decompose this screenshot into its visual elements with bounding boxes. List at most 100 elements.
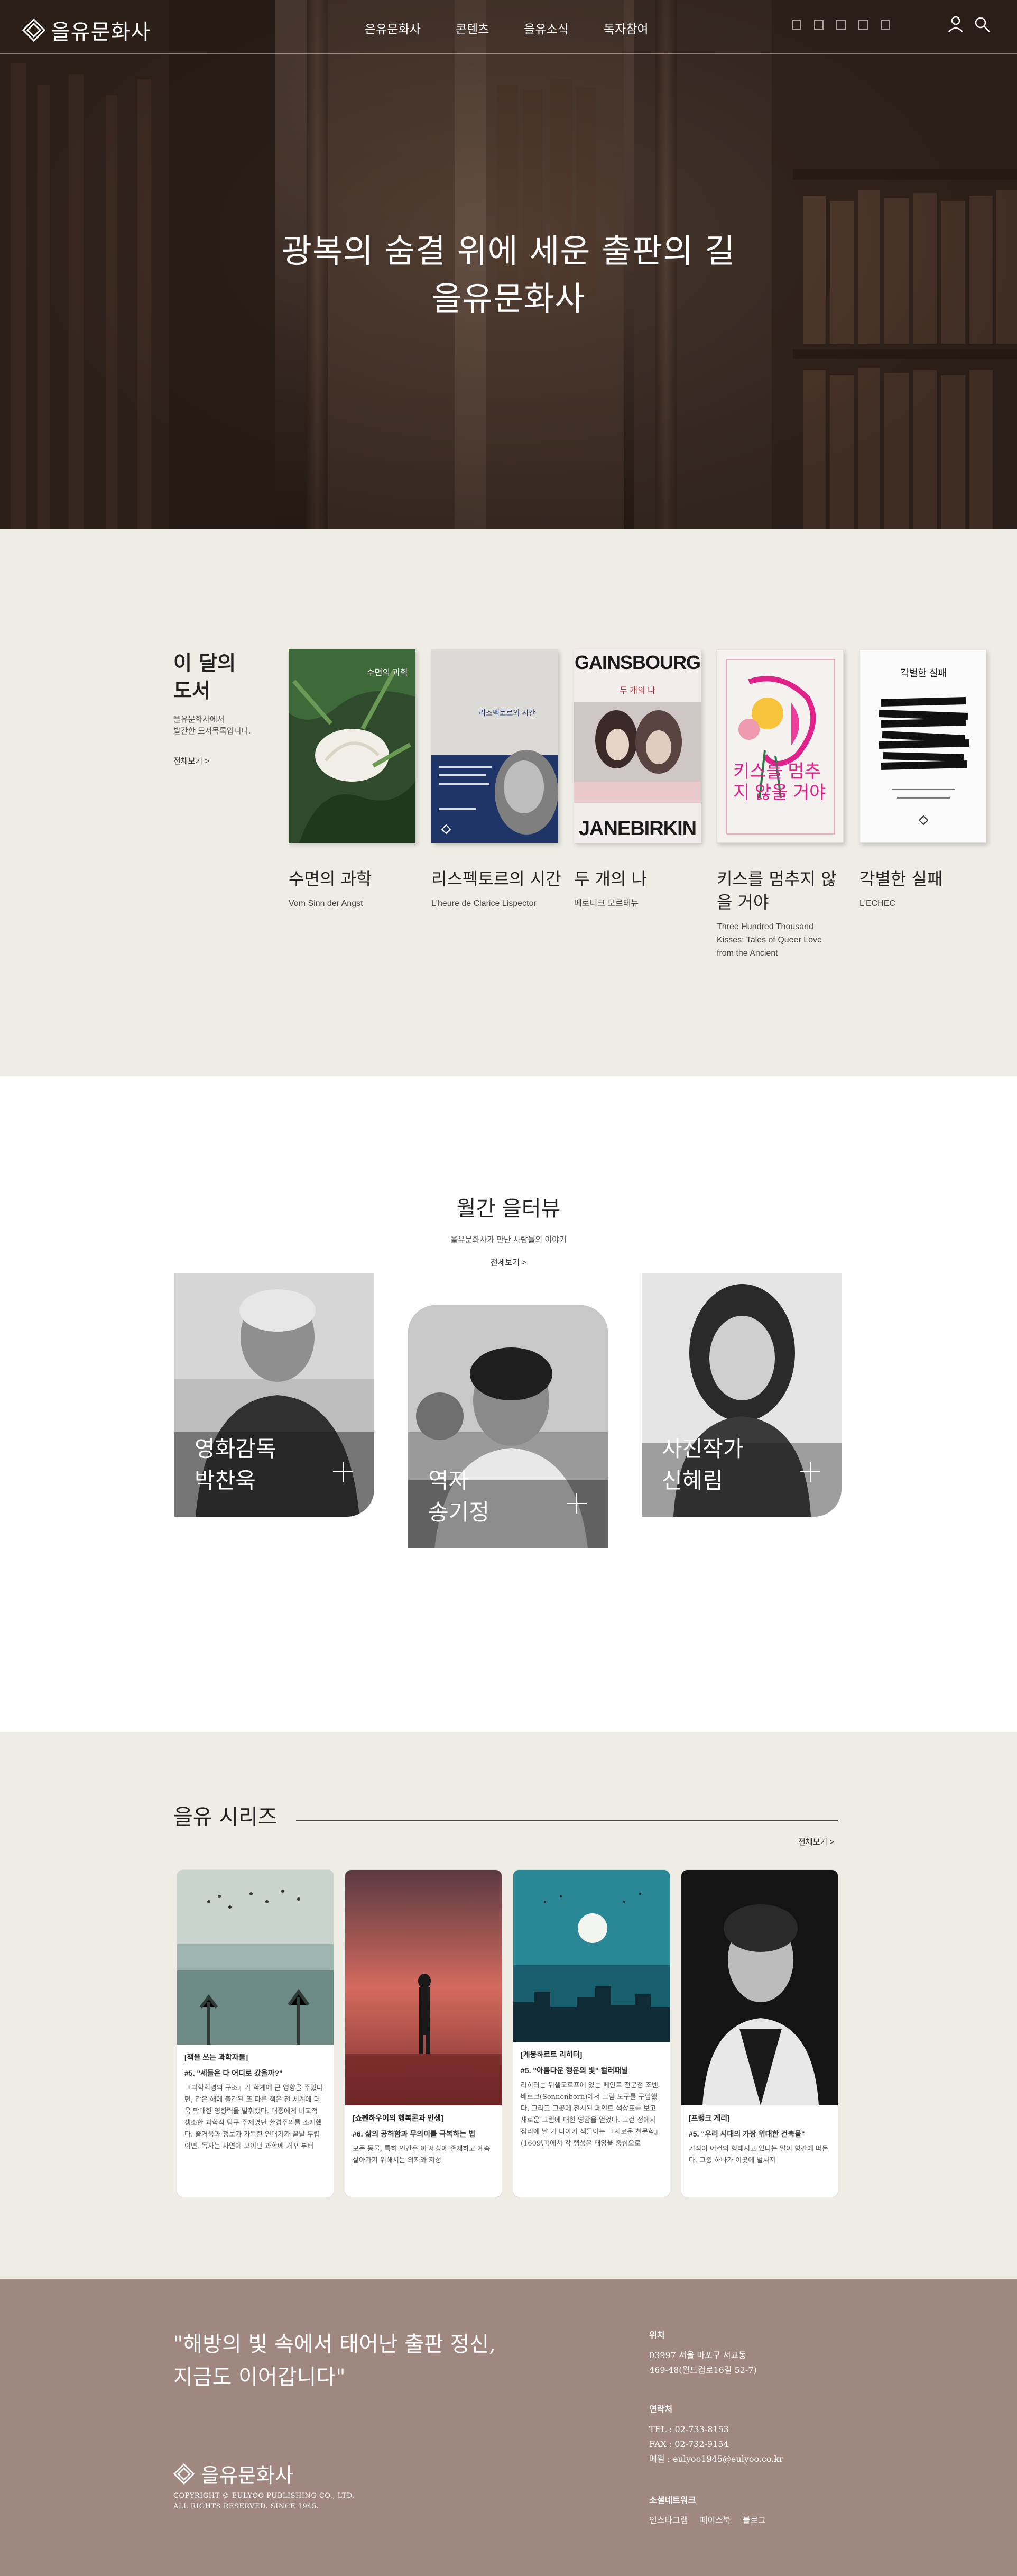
util-square-icon — [792, 20, 801, 30]
series-card-text: 『과학혁명의 구조』가 학계에 큰 영향을 주었다면, 같은 해에 출간된 또 … — [184, 2084, 323, 2150]
util-square-icon — [836, 20, 846, 30]
book-item[interactable]: 각별한 실패 각별한 실패 L'ECHEC — [859, 649, 986, 910]
social-link-facebook[interactable]: 페이스북 — [700, 2513, 731, 2528]
nav-item-readers[interactable]: 독자참여 — [604, 19, 649, 37]
series-card-art — [681, 1870, 838, 2105]
caption-name: 송기정 — [428, 1499, 489, 1525]
book-title[interactable]: 리스펙토르의 시간 — [431, 867, 561, 891]
book-cover-art — [289, 649, 415, 843]
logo-text: 을유문화사 — [51, 20, 151, 44]
month-description: 을유문화사에서 발간한 도서목록입니다. — [173, 714, 251, 737]
series-card-art — [345, 1870, 502, 2105]
nav-item-contents[interactable]: 콘텐츠 — [456, 19, 489, 37]
series-card-title[interactable]: #5. "우리 시대의 가장 위대한 건축물" — [689, 2129, 830, 2139]
social-link-instagram[interactable]: 인스타그램 — [649, 2513, 688, 2528]
book-cover-art — [431, 750, 558, 843]
series-card[interactable]: [책을 쓰는 과학자들] #5. "세들은 다 어디로 갔을까?" 『과학혁명의… — [177, 1869, 334, 2197]
month-desc-line-1: 을유문화사에서 — [173, 715, 225, 724]
book-item[interactable]: 리스펙토르의 시간 리스펙토르의 시간 L'heure de Clarice L… — [431, 649, 561, 910]
plus-icon[interactable] — [567, 1493, 587, 1514]
address-line-1: 03997 서울 마포구 서교동 — [649, 2350, 746, 2360]
util-square-icon — [881, 20, 890, 30]
book-cover[interactable]: 키스를 멈추지 않을 거야 — [717, 649, 844, 843]
book-subtitle-line-1: Three Hundred Thousand — [717, 922, 813, 931]
caption-role: 역자 — [428, 1468, 469, 1493]
fax: FAX : 02-732-9154 — [649, 2439, 729, 2449]
series-category: [책을 쓰는 과학자들] — [184, 2053, 248, 2061]
footer-quote: "해방의 빛 속에서 태어난 출판 정신, 지금도 이어갑니다" — [173, 2328, 496, 2394]
interview-view-all-link[interactable]: 전체보기 > — [491, 1257, 526, 1268]
interview-card[interactable]: 사진작가 신혜림 — [642, 1273, 842, 1517]
user-icon[interactable] — [946, 15, 965, 34]
month-heading-line-2: 도서 — [173, 679, 210, 702]
series-card[interactable]: [계몽하르트 리히터] #5. "아름다운 행운의 빛" 컬러패널 리히터는 뒤… — [513, 1869, 670, 2197]
copyright: COPYRIGHT © EULYOO PUBLISHING CO., LTD. … — [173, 2491, 355, 2512]
series-category: [계몽하르트 리히터] — [521, 2050, 583, 2059]
nav-item-about[interactable]: 은유문화사 — [365, 19, 421, 37]
util-square-icon — [814, 20, 824, 30]
books-of-month-section: 이 달의 도서 을유문화사에서 발간한 도서목록입니다. 전체보기 > 수면의 … — [0, 529, 1017, 1076]
series-card-title[interactable]: #5. "세들은 다 어디로 갔을까?" — [184, 2068, 326, 2078]
book-item[interactable]: GAINSBOURG 두 개의 나 JANEBIRKIN 두 개의 나 베로니크… — [574, 649, 701, 910]
series-card[interactable]: [쇼펜하우어의 행복론과 인생] #6. 삶의 공허함과 무의미를 극복하는 법… — [345, 1869, 502, 2197]
series-card-art — [177, 1870, 334, 2045]
series-card-title[interactable]: #6. 삶의 공허함과 무의미를 극복하는 법 — [353, 2129, 494, 2139]
series-card-title[interactable]: #5. "아름다운 행운의 빛" 컬러패널 — [521, 2065, 662, 2076]
book-cover-art — [726, 659, 835, 835]
series-category: [쇼펜하우어의 행복론과 인생] — [353, 2114, 443, 2122]
book-cover-title: 수면의 과학 — [366, 668, 408, 677]
book-cover[interactable]: 리스펙토르의 시간 — [431, 649, 558, 843]
month-heading: 이 달의 도서 — [173, 649, 251, 704]
interview-card[interactable]: 역자 송기정 — [408, 1305, 608, 1548]
interview-card[interactable]: 영화감독 박찬욱 — [174, 1273, 374, 1517]
book-title[interactable]: 키스를 멈추지 않 을 거야 — [717, 867, 844, 914]
hero-section: 을유문화사 은유문화사 콘텐츠 을유소식 독자참여 광복의 숨결 위에 세운 출… — [0, 0, 1017, 529]
month-sidebar: 이 달의 도서 을유문화사에서 발간한 도서목록입니다. 전체보기 > — [173, 649, 251, 766]
site-logo[interactable]: 을유문화사 — [22, 15, 151, 45]
footer-location: 위치 03997 서울 마포구 서교동 469-48(월드컵로16길 52-7) — [649, 2328, 757, 2378]
book-subtitle: L'heure de Clarice Lispector — [431, 899, 537, 908]
series-category: [프랭크 게리] — [689, 2114, 730, 2122]
email[interactable]: 메일 : eulyoo1945@eulyoo.co.kr — [649, 2452, 783, 2467]
caption-name: 박찬욱 — [195, 1468, 256, 1493]
series-view-all-link[interactable]: 전체보기 > — [798, 1836, 834, 1847]
interview-caption: 역자 송기정 — [428, 1465, 489, 1528]
interview-caption: 영화감독 박찬욱 — [195, 1433, 276, 1497]
plus-icon[interactable] — [800, 1462, 820, 1482]
month-heading-line-1: 이 달의 — [173, 651, 236, 675]
copyright-line-1: COPYRIGHT © EULYOO PUBLISHING CO., LTD. — [173, 2492, 355, 2500]
month-view-all-link[interactable]: 전체보기 > — [173, 755, 251, 766]
book-cover-art — [879, 697, 969, 826]
copyright-line-2: ALL RIGHTS RESERVED. SINCE 1945. — [173, 2502, 319, 2510]
interview-subtitle: 을유문화사가 만난 사람들의 이야기 — [450, 1235, 567, 1244]
book-cover-title: 키스를 멈추지 않을 거야 — [733, 762, 826, 803]
nav-item-news[interactable]: 을유소식 — [524, 19, 569, 37]
book-subtitle-line-2: Kisses: Tales of Queer Love — [717, 936, 822, 945]
book-cover-art — [574, 702, 701, 803]
top-navigation-bar: 을유문화사 은유문화사 콘텐츠 을유소식 독자참여 — [0, 0, 1017, 54]
book-cover[interactable]: 각별한 실패 — [859, 649, 986, 843]
search-icon[interactable] — [973, 15, 992, 34]
footer-logo[interactable]: 을유문화사 — [173, 2459, 293, 2488]
series-card-body: [프랭크 게리] #5. "우리 시대의 가장 위대한 건축물" 기적이 어컨의… — [681, 2105, 838, 2174]
interview-title: 월간 을터뷰 — [456, 1197, 561, 1221]
address-line-2: 469-48(월드컵로16길 52-7) — [649, 2365, 757, 2375]
social-link-blog[interactable]: 블로그 — [743, 2513, 766, 2528]
book-cover[interactable]: GAINSBOURG 두 개의 나 JANEBIRKIN — [574, 649, 701, 843]
social-label: 소셜네트워크 — [649, 2495, 696, 2505]
plus-icon[interactable] — [333, 1462, 353, 1482]
book-item[interactable]: 키스를 멈추지 않을 거야 키스를 멈추지 않 을 거야 Three Hundr… — [717, 649, 844, 960]
util-square-icon — [858, 20, 868, 30]
series-card-body: [쇼펜하우어의 행복론과 인생] #6. 삶의 공허함과 무의미를 극복하는 법… — [345, 2105, 502, 2174]
series-divider — [296, 1820, 838, 1821]
book-cover[interactable]: 수면의 과학 — [289, 649, 415, 843]
hero-line-2: 을유문화사 — [431, 279, 586, 318]
series-card[interactable]: [프랭크 게리] #5. "우리 시대의 가장 위대한 건축물" 기적이 어컨의… — [681, 1869, 838, 2197]
footer-contact: 연락처 TEL : 02-733-8153 FAX : 02-732-9154 … — [649, 2402, 783, 2467]
book-title[interactable]: 각별한 실패 — [859, 867, 986, 891]
book-item[interactable]: 수면의 과학 수면의 과학 Vom Sinn der Angst — [289, 649, 415, 910]
book-title[interactable]: 두 개의 나 — [574, 867, 701, 891]
series-card-text: 모든 동물, 특히 인간은 이 세상에 존재하고 계속 살아가기 위해서는 의지… — [353, 2145, 491, 2165]
book-title[interactable]: 수면의 과학 — [289, 867, 415, 891]
site-footer: "해방의 빛 속에서 태어난 출판 정신, 지금도 이어갑니다" 을유문화사 C… — [0, 2279, 1017, 2576]
